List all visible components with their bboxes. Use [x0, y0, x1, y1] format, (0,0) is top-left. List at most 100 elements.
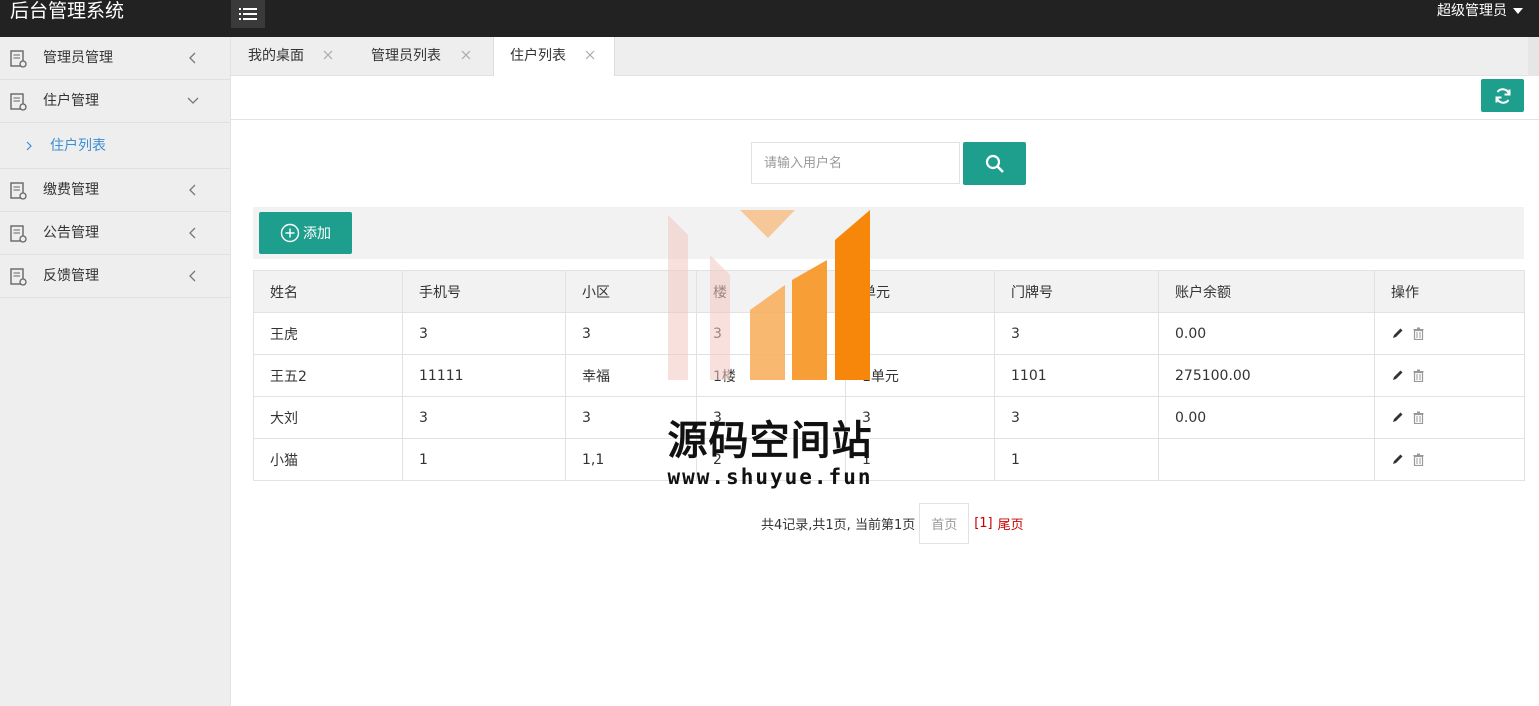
column-header: 单元	[845, 270, 995, 313]
tab-resident-list[interactable]: 住户列表	[493, 37, 615, 77]
table-cell: 2	[696, 438, 846, 481]
sidebar-item-label: 反馈管理	[43, 268, 99, 284]
chevron-left-icon	[189, 184, 196, 196]
tab-label: 管理员列表	[371, 48, 441, 64]
pencil-icon[interactable]	[1391, 411, 1404, 424]
sidebar-item-label: 公告管理	[43, 225, 99, 241]
actions-cell	[1374, 438, 1525, 481]
sidebar-item-label: 住户管理	[43, 93, 99, 109]
chevron-down-icon	[187, 97, 199, 104]
document-icon	[10, 50, 27, 68]
menu-toggle-button[interactable]	[231, 0, 265, 28]
table-cell: 3	[696, 312, 846, 355]
table-cell: 3	[845, 312, 995, 355]
table-cell: 3	[845, 396, 995, 439]
document-icon	[10, 93, 27, 111]
current-page: [1]	[974, 516, 993, 531]
table-cell: 0.00	[1158, 312, 1375, 355]
sidebar: 管理员管理 住户管理 住户列表 缴费管理 公告管理 反馈管理	[0, 37, 231, 706]
actions-cell	[1374, 396, 1525, 439]
trash-icon[interactable]	[1412, 453, 1425, 466]
table-cell: 1	[845, 438, 995, 481]
pencil-icon[interactable]	[1391, 453, 1404, 466]
tab-my-desktop[interactable]: 我的桌面	[231, 37, 345, 76]
sidebar-item-residents[interactable]: 住户管理	[0, 80, 230, 123]
table-cell: 3	[565, 312, 697, 355]
table-row: 大刘 3 3 3 3 3 0.00	[253, 396, 1525, 439]
sidebar-subitem-label: 住户列表	[50, 138, 106, 154]
table-row: 王虎 3 3 3 3 3 0.00	[253, 312, 1525, 355]
trash-icon[interactable]	[1412, 369, 1425, 382]
sidebar-item-label: 管理员管理	[43, 50, 113, 66]
table-cell: 1	[402, 438, 566, 481]
tab-bar: 我的桌面 管理员列表 住户列表	[231, 37, 1539, 77]
close-icon[interactable]	[322, 49, 334, 61]
column-header: 楼	[696, 270, 846, 313]
app-title: 后台管理系统	[10, 0, 125, 22]
column-header: 门牌号	[994, 270, 1159, 313]
column-header: 操作	[1374, 270, 1525, 313]
document-icon	[10, 268, 27, 286]
table-cell: 大刘	[253, 396, 403, 439]
sidebar-subitem-resident-list[interactable]: 住户列表	[0, 123, 230, 169]
table-cell: 3	[994, 312, 1159, 355]
document-icon	[10, 225, 27, 243]
refresh-button[interactable]	[1481, 79, 1524, 112]
tab-admin-list[interactable]: 管理员列表	[353, 37, 487, 76]
column-header: 小区	[565, 270, 697, 313]
table-row: 王五2 11111 幸福 1楼 1单元 1101 275100.00	[253, 354, 1525, 397]
table-cell	[1158, 438, 1375, 481]
document-icon	[10, 182, 27, 200]
search-button[interactable]	[963, 142, 1026, 185]
user-name: 超级管理员	[1437, 3, 1507, 19]
table-cell: 275100.00	[1158, 354, 1375, 397]
caret-down-icon	[1513, 8, 1523, 14]
pagination-summary: 共4记录,共1页, 当前第1页	[761, 518, 916, 533]
table-cell: 1	[994, 438, 1159, 481]
tab-label: 我的桌面	[248, 48, 304, 64]
sidebar-item-notices[interactable]: 公告管理	[0, 212, 230, 255]
table-cell: 王五2	[253, 354, 403, 397]
table-cell: 3	[565, 396, 697, 439]
add-button-label: 添加	[303, 226, 331, 242]
trash-icon[interactable]	[1412, 327, 1425, 340]
list-icon	[239, 8, 257, 20]
search-input[interactable]	[751, 142, 960, 184]
table-cell: 3	[402, 396, 566, 439]
pencil-icon[interactable]	[1391, 369, 1404, 382]
chevron-left-icon	[189, 270, 196, 282]
last-page-link[interactable]: 尾页	[998, 514, 1024, 533]
chevron-left-icon	[189, 52, 196, 64]
table-cell: 3	[994, 396, 1159, 439]
table-cell: 1楼	[696, 354, 846, 397]
trash-icon[interactable]	[1412, 411, 1425, 424]
refresh-icon	[1495, 87, 1510, 104]
tab-scroll-control[interactable]	[1528, 37, 1539, 76]
table-cell: 11111	[402, 354, 566, 397]
table-cell: 3	[402, 312, 566, 355]
resident-table: 姓名 手机号 小区 楼 单元 门牌号 账户余额 操作 王虎 3 3 3 3 3 …	[253, 270, 1525, 481]
actions-cell	[1374, 312, 1525, 355]
content-header	[231, 76, 1539, 120]
add-resident-button[interactable]: 添加	[259, 212, 352, 254]
table-cell: 0.00	[1158, 396, 1375, 439]
sidebar-item-payments[interactable]: 缴费管理	[0, 169, 230, 212]
first-page-link[interactable]: 首页	[919, 503, 970, 544]
toolbar: 添加	[253, 207, 1524, 259]
sidebar-item-label: 缴费管理	[43, 182, 99, 198]
plus-circle-icon	[280, 223, 300, 243]
actions-cell	[1374, 354, 1525, 397]
pencil-icon[interactable]	[1391, 327, 1404, 340]
table-cell: 1,1	[565, 438, 697, 481]
table-header-row: 姓名 手机号 小区 楼 单元 门牌号 账户余额 操作	[253, 270, 1525, 313]
sidebar-item-feedback[interactable]: 反馈管理	[0, 255, 230, 298]
user-menu[interactable]: 超级管理员	[1437, 0, 1523, 22]
close-icon[interactable]	[584, 49, 596, 61]
close-icon[interactable]	[460, 49, 472, 61]
sidebar-item-admin[interactable]: 管理员管理	[0, 37, 230, 80]
table-cell: 1101	[994, 354, 1159, 397]
search-icon	[985, 154, 1004, 173]
column-header: 姓名	[253, 270, 403, 313]
column-header: 手机号	[402, 270, 566, 313]
table-cell: 1单元	[845, 354, 995, 397]
